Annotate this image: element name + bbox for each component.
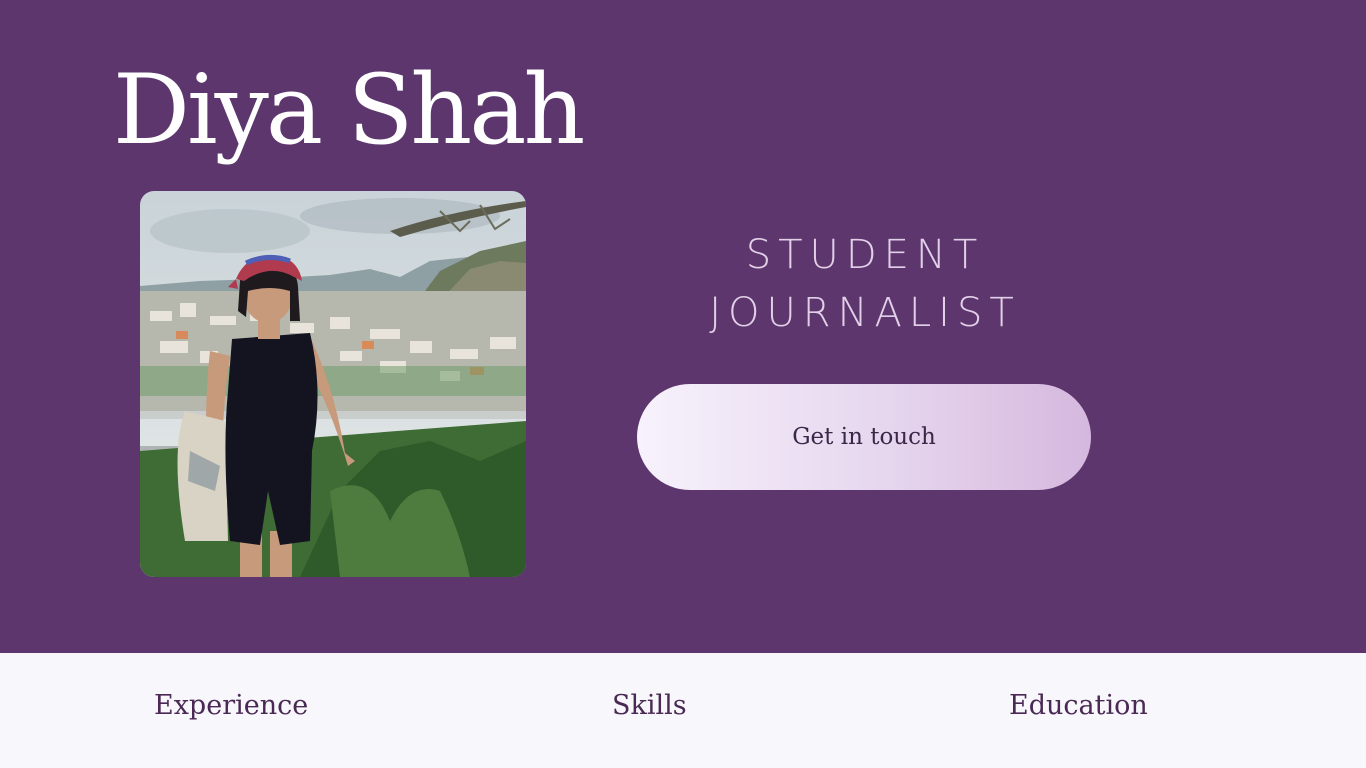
tagline: STUDENT JOURNALIST	[640, 226, 1090, 342]
section-nav: Experience Skills Education	[0, 653, 1366, 768]
tagline-line-2: JOURNALIST	[709, 290, 1021, 336]
nav-link-education[interactable]: Education	[1009, 689, 1148, 723]
hero-section: Diya Shah STUDENT JOURNALIST Get in touc…	[0, 0, 1366, 653]
profile-photo	[140, 191, 526, 577]
tagline-line-1: STUDENT	[745, 232, 985, 278]
nav-link-skills[interactable]: Skills	[612, 689, 687, 723]
page-title: Diya Shah	[113, 54, 585, 166]
nav-link-experience[interactable]: Experience	[154, 689, 308, 723]
get-in-touch-button[interactable]: Get in touch	[637, 384, 1091, 490]
